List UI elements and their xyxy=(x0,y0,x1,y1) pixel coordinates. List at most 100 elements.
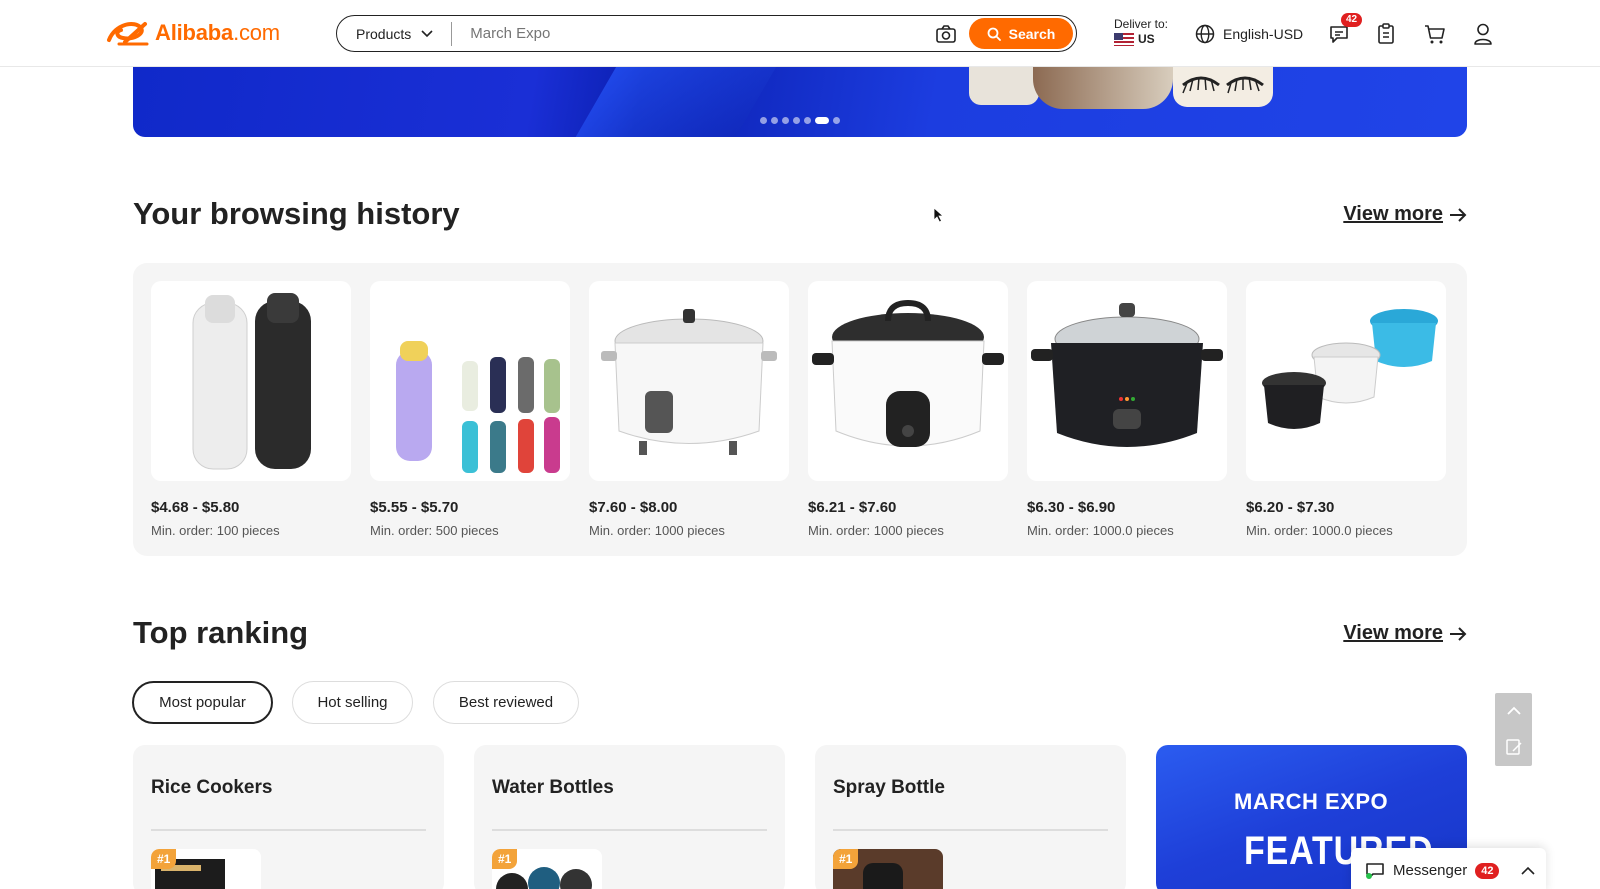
carousel-dot[interactable] xyxy=(793,117,800,124)
tab-hot-selling[interactable]: Hot selling xyxy=(292,681,413,724)
cart-icon xyxy=(1425,25,1445,44)
orders-button[interactable] xyxy=(1374,22,1398,46)
arrow-right-icon xyxy=(1450,207,1467,222)
mouse-cursor-icon xyxy=(933,207,945,223)
ranking-card-water-bottles[interactable]: Water Bottles #1 xyxy=(474,745,785,889)
account-button[interactable] xyxy=(1471,22,1495,46)
edit-feedback-icon xyxy=(1505,739,1522,755)
expo-promo-title: MARCH EXPO xyxy=(1234,789,1389,814)
product-image xyxy=(151,281,351,481)
history-item-price: $6.30 - $6.90 xyxy=(1027,499,1116,516)
history-item-moq: Min. order: 500 pieces xyxy=(370,523,499,538)
alibaba-logo[interactable]: Alibaba.com xyxy=(105,17,280,49)
rank-number-badge: #1 xyxy=(833,849,859,869)
top-ranking-title: Top ranking xyxy=(133,615,309,650)
product-image xyxy=(589,281,789,481)
globe-icon xyxy=(1195,24,1215,44)
messenger-badge: 42 xyxy=(1475,862,1500,879)
messages-badge: 42 xyxy=(1341,13,1363,27)
banner-product-image xyxy=(969,67,1039,105)
banner-product-image xyxy=(1173,67,1273,107)
deliver-to[interactable]: Deliver to: US xyxy=(1114,17,1168,47)
messages-button[interactable]: 42 xyxy=(1327,13,1363,46)
top-header: Alibaba.com Products Search Deliver to: … xyxy=(0,0,1600,67)
camera-search-icon[interactable] xyxy=(935,23,957,45)
cart-button[interactable] xyxy=(1423,22,1447,46)
history-item-moq: Min. order: 100 pieces xyxy=(151,523,280,538)
product-image xyxy=(808,281,1008,481)
logo-name: Alibaba xyxy=(155,20,234,45)
history-item[interactable]: $7.60 - $8.00 Min. order: 1000 pieces xyxy=(589,281,789,538)
chevron-up-icon xyxy=(1506,706,1521,715)
floating-tools xyxy=(1495,693,1532,766)
arrow-right-icon xyxy=(1450,626,1467,641)
tab-best-reviewed[interactable]: Best reviewed xyxy=(433,681,579,724)
deliver-label: Deliver to: xyxy=(1114,17,1169,31)
search-button[interactable]: Search xyxy=(969,18,1073,49)
history-item-moq: Min. order: 1000 pieces xyxy=(589,523,725,538)
search-bar: Products Search xyxy=(336,15,1077,52)
history-item[interactable]: $4.68 - $5.80 Min. order: 100 pieces xyxy=(151,281,351,538)
language-selector[interactable]: English-USD xyxy=(1195,24,1303,44)
banner-product-image xyxy=(1033,67,1173,109)
carousel-dot[interactable] xyxy=(815,117,829,124)
chat-icon xyxy=(1366,862,1384,879)
tab-most-popular[interactable]: Most popular xyxy=(132,681,273,724)
history-item[interactable]: $6.20 - $7.30 Min. order: 1000.0 pieces xyxy=(1246,281,1446,538)
view-more-label: View more xyxy=(1343,622,1443,644)
search-input[interactable] xyxy=(452,25,935,42)
ranking-card-title: Spray Bottle xyxy=(833,777,945,798)
divider xyxy=(492,829,767,831)
messenger-label: Messenger xyxy=(1393,862,1468,879)
messenger-widget[interactable]: Messenger 42 xyxy=(1351,848,1546,889)
ranking-product-image[interactable]: #1 xyxy=(492,849,602,889)
rank-number-badge: #1 xyxy=(492,849,518,869)
alibaba-logo-icon xyxy=(107,22,149,46)
history-item-moq: Min. order: 1000 pieces xyxy=(808,523,944,538)
history-item-price: $4.68 - $5.80 xyxy=(151,499,240,516)
top-ranking-view-more[interactable]: View more xyxy=(1343,622,1467,645)
rank-number-badge: #1 xyxy=(151,849,177,869)
ranking-card-spray-bottle[interactable]: Spray Bottle #1 xyxy=(815,745,1126,889)
chevron-up-icon[interactable] xyxy=(1521,866,1536,876)
banner-decoration xyxy=(558,67,788,137)
carousel-dot[interactable] xyxy=(771,117,778,124)
history-item[interactable]: $5.55 - $5.70 Min. order: 500 pieces xyxy=(370,281,570,538)
history-item-moq: Min. order: 1000.0 pieces xyxy=(1027,523,1174,538)
search-icon xyxy=(987,27,1001,41)
products-dropdown-label: Products xyxy=(356,25,412,42)
history-item[interactable]: $6.30 - $6.90 Min. order: 1000.0 pieces xyxy=(1027,281,1227,538)
eyelashes-image xyxy=(1182,76,1264,94)
carousel-dot[interactable] xyxy=(760,117,767,124)
carousel-dot[interactable] xyxy=(833,117,840,124)
ranking-product-image[interactable]: #1 xyxy=(833,849,943,889)
clipboard-icon xyxy=(1378,23,1394,44)
ranking-product-image[interactable]: #1 xyxy=(151,849,261,889)
chevron-down-icon xyxy=(421,29,433,37)
history-item[interactable]: $6.21 - $7.60 Min. order: 1000 pieces xyxy=(808,281,1008,538)
promo-banner[interactable] xyxy=(133,67,1467,137)
search-button-label: Search xyxy=(1008,25,1056,42)
product-image xyxy=(370,281,570,481)
back-to-top-button[interactable] xyxy=(1495,693,1532,729)
page: Alibaba.com Products Search Deliver to: … xyxy=(0,0,1600,889)
ranking-card-title: Water Bottles xyxy=(492,777,614,798)
products-dropdown[interactable]: Products xyxy=(337,21,453,46)
ranking-card-rice-cookers[interactable]: Rice Cookers #1 xyxy=(133,745,444,889)
history-item-price: $5.55 - $5.70 xyxy=(370,499,459,516)
deliver-country-code: US xyxy=(1138,32,1155,46)
history-item-price: $7.60 - $8.00 xyxy=(589,499,678,516)
carousel-dot[interactable] xyxy=(782,117,789,124)
carousel-dot[interactable] xyxy=(804,117,811,124)
feedback-button[interactable] xyxy=(1495,729,1532,765)
browsing-history-view-more[interactable]: View more xyxy=(1343,203,1467,226)
language-label: English-USD xyxy=(1223,26,1304,42)
browsing-history-title: Your browsing history xyxy=(133,196,460,231)
history-item-moq: Min. order: 1000.0 pieces xyxy=(1246,523,1393,538)
logo-suffix: .com xyxy=(233,20,280,45)
history-item-price: $6.21 - $7.60 xyxy=(808,499,897,516)
view-more-label: View more xyxy=(1343,203,1443,225)
history-item-price: $6.20 - $7.30 xyxy=(1246,499,1335,516)
ranking-card-title: Rice Cookers xyxy=(151,777,273,798)
user-icon xyxy=(1474,23,1492,45)
